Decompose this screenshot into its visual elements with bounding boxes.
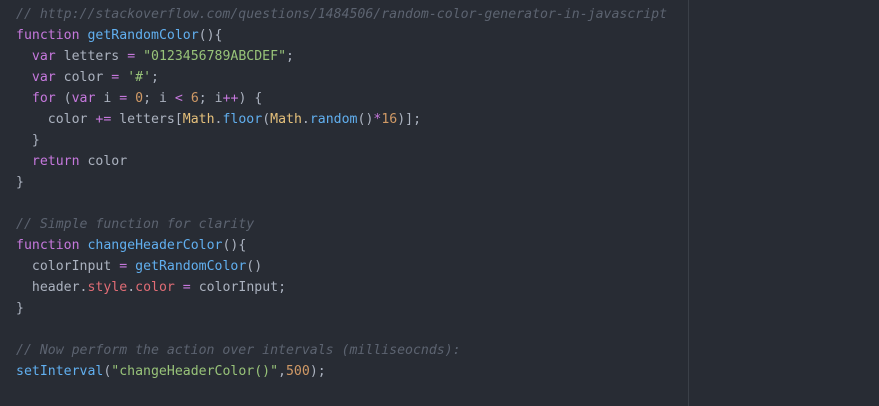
code-line[interactable]: function changeHeaderColor(){ [16,235,667,256]
code-token-number: 0 [135,91,144,106]
code-token-keyword: return [31,154,80,169]
code-line[interactable]: colorInput = getRandomColor() [16,256,667,277]
code-lines: // http://stackoverflow.com/questions/14… [16,4,667,382]
code-token-plain: header [16,280,80,295]
code-token-operator: = [182,280,191,295]
code-line[interactable]: header.style.color = colorInput; [16,277,667,298]
code-token-comment: // Now perform the action over intervals… [16,343,461,358]
code-token-property: style [87,280,128,295]
code-token-plain: ) { [238,91,263,106]
code-token-keyword: for [31,91,56,106]
wrap-guide [688,0,689,406]
code-token-plain: i [214,91,223,106]
code-token-keyword: function [16,238,80,253]
code-line[interactable]: for (var i = 0; i < 6; i++) { [16,88,667,109]
blank-line[interactable] [16,193,667,214]
code-token-punct: , [278,364,286,379]
code-token-function: floor [222,112,263,127]
code-token-comment: // http://stackoverflow.com/questions/14… [16,7,668,22]
code-token-comment: // Simple function for clarity [16,217,255,232]
code-token-punct: . [127,280,136,295]
code-token-plain: } [16,133,40,148]
code-token-plain: } [16,175,24,190]
code-token-plain: color [79,154,128,169]
code-line[interactable]: } [16,130,667,151]
code-token-string: "changeHeaderColor()" [111,364,279,379]
code-token-operator: = [127,49,136,64]
blank-line[interactable] [16,319,667,340]
code-token-plain: color [16,112,96,127]
code-token-keyword: var [31,49,56,64]
code-editor[interactable]: // http://stackoverflow.com/questions/14… [0,0,879,406]
code-token-function: random [309,112,358,127]
code-token-punct: ; [151,70,159,85]
code-line[interactable]: color += letters[Math.floor(Math.random(… [16,109,667,130]
code-line[interactable]: // Simple function for clarity [16,214,667,235]
code-line[interactable]: var letters = "0123456789ABCDEF"; [16,46,667,67]
code-token-string: '#' [127,70,152,85]
code-token-punct: ; [198,91,215,106]
code-token-operator: = [119,259,128,274]
code-token-number: 6 [190,91,199,106]
code-token-function: changeHeaderColor [87,238,223,253]
code-token-plain: color [55,70,112,85]
code-token-plain: i [95,91,120,106]
code-line[interactable]: // Now perform the action over intervals… [16,340,667,361]
code-token-operator: ++ [222,91,239,106]
code-token-plain: ); [309,364,326,379]
code-token-function: setInterval [16,364,104,379]
code-token-punct: ; [286,49,294,64]
code-token-punct: ; [143,91,160,106]
code-token-function: getRandomColor [135,259,247,274]
code-token-plain: letters[ [111,112,183,127]
code-token-plain: i [159,91,175,106]
code-token-builtin: Math [182,112,215,127]
code-token-punct: . [301,112,310,127]
code-token-builtin: Math [270,112,302,127]
code-token-keyword: var [31,70,56,85]
code-token-keyword: var [71,91,96,106]
code-token-plain: ( [55,91,72,106]
code-token-plain: ( [262,112,271,127]
code-token-function: getRandomColor [87,28,199,43]
code-line[interactable]: } [16,298,667,319]
code-token-operator: += [95,112,112,127]
code-line[interactable]: function getRandomColor(){ [16,25,667,46]
code-token-plain: colorInput [16,259,120,274]
code-token-punct: (){ [222,238,247,253]
code-token-plain: () [246,259,263,274]
code-line[interactable]: var color = '#'; [16,67,667,88]
code-token-property: color [135,280,175,295]
code-token-string: "0123456789ABCDEF" [143,49,287,64]
code-token-keyword: function [16,28,80,43]
code-token-number: 500 [285,364,310,379]
code-token-punct: (){ [198,28,223,43]
code-token-plain: )]; [397,112,422,127]
code-token-plain: letters [55,49,128,64]
code-token-operator: < [174,91,183,106]
code-line[interactable]: // http://stackoverflow.com/questions/14… [16,4,667,25]
code-line[interactable]: } [16,172,667,193]
code-token-number: 16 [381,112,398,127]
code-line[interactable]: setInterval("changeHeaderColor()",500); [16,361,667,382]
code-line[interactable]: return color [16,151,667,172]
code-token-plain: colorInput; [190,280,287,295]
code-token-plain: () [357,112,374,127]
code-token-plain: } [16,301,24,316]
